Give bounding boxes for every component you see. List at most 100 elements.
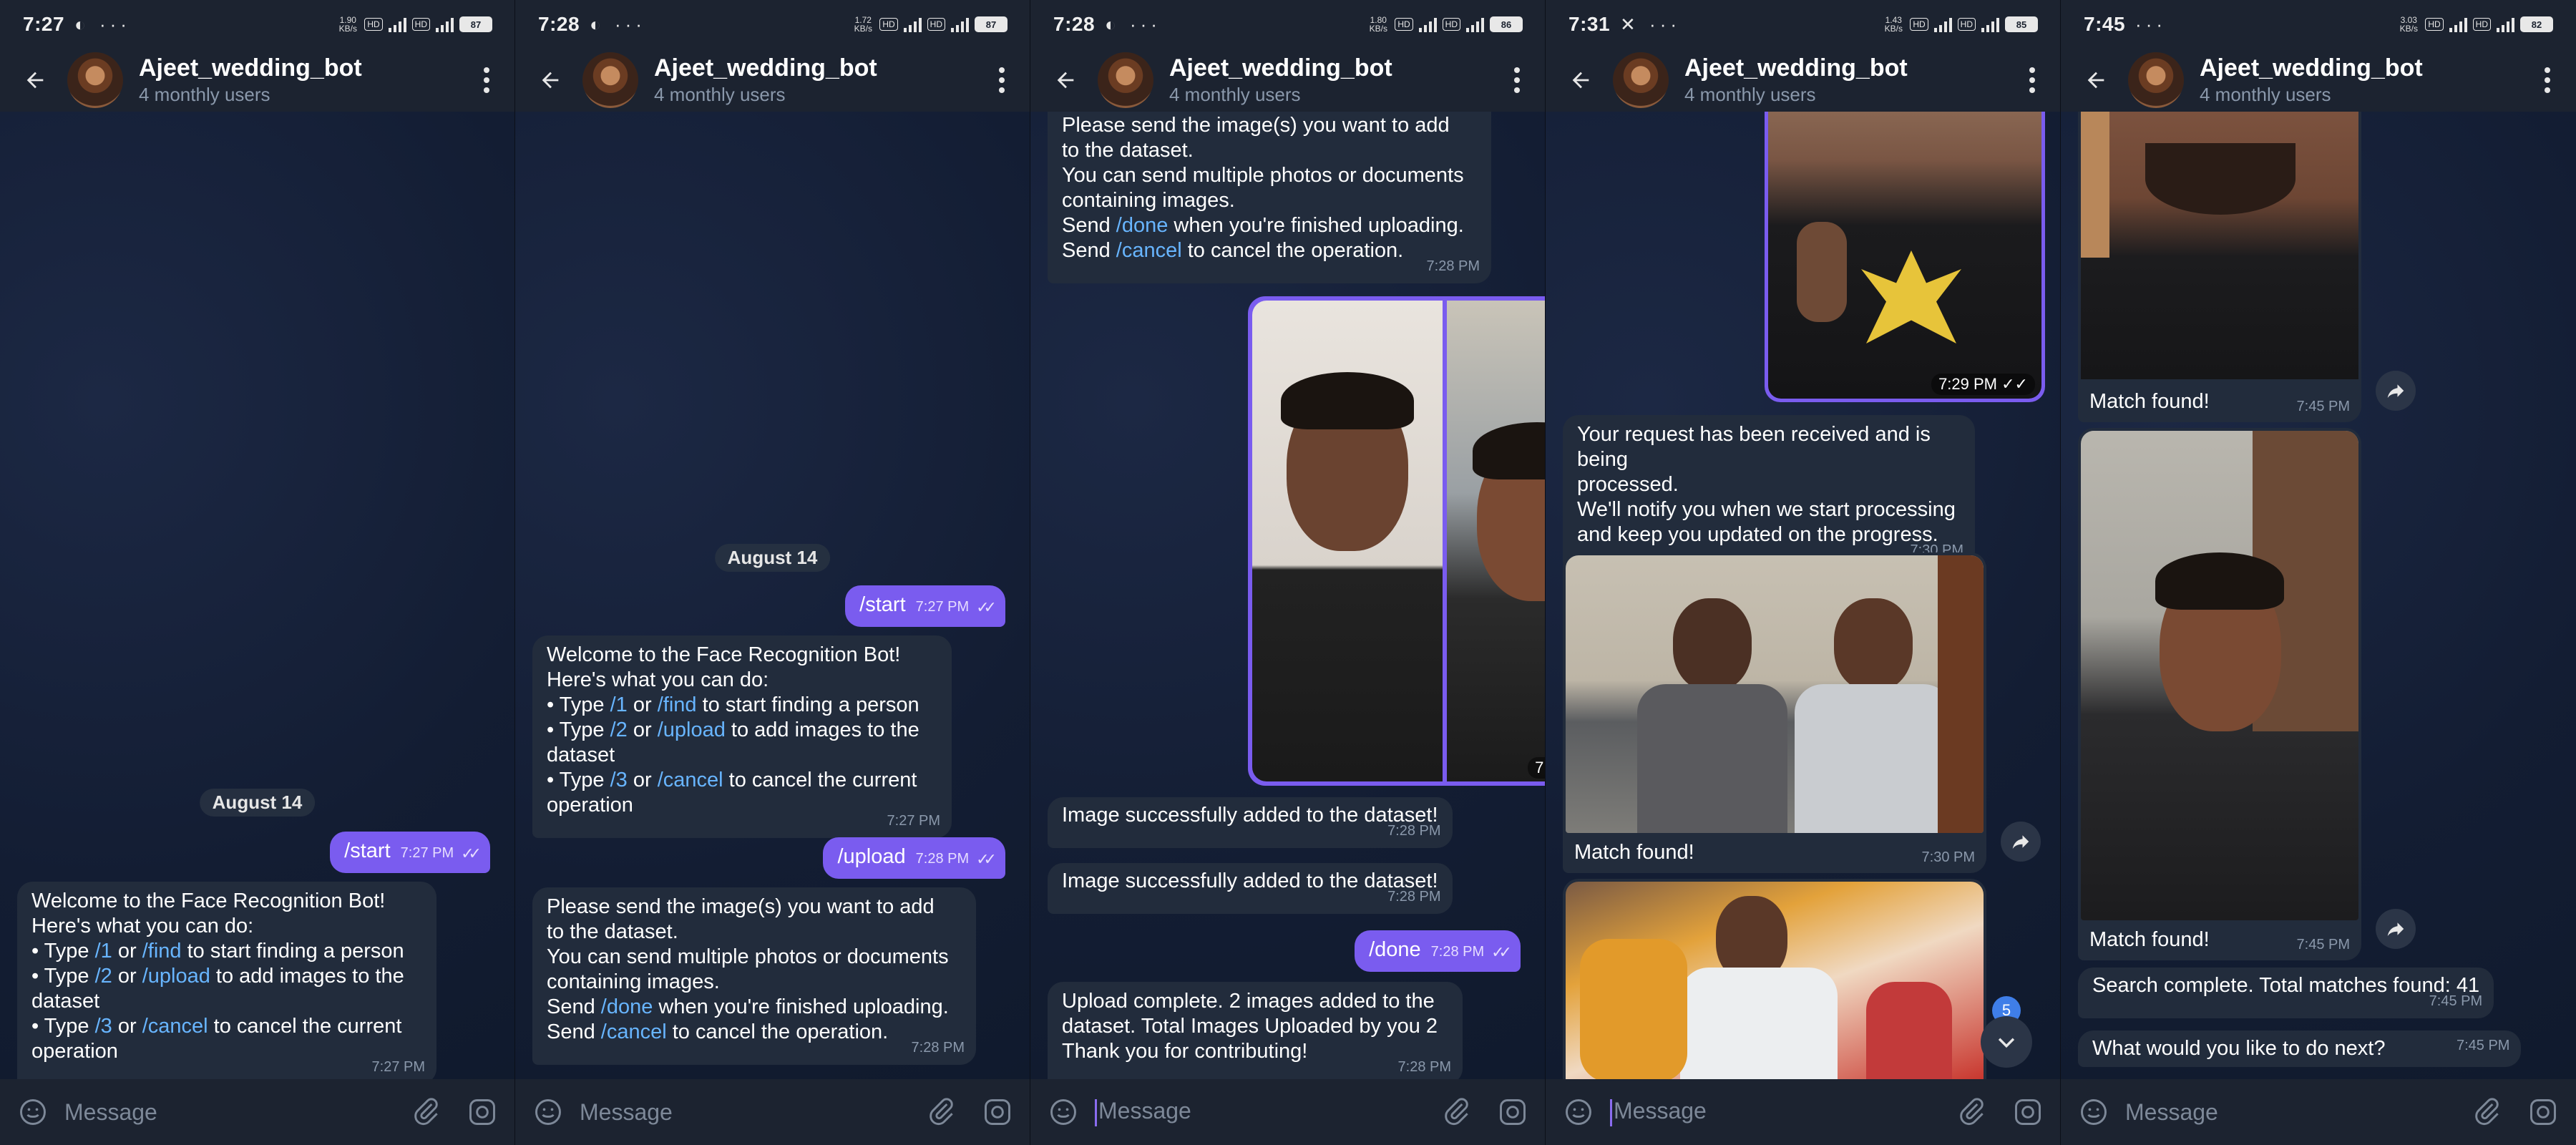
share-icon[interactable]	[2376, 371, 2416, 411]
attach-icon[interactable]	[926, 1096, 957, 1128]
back-arrow-icon[interactable]	[1045, 59, 1086, 101]
incoming-message-welcome[interactable]: Welcome to the Face Recognition Bot! Her…	[532, 635, 952, 838]
camera-icon[interactable]	[1497, 1096, 1528, 1128]
status-bar: 7:27 ◐ ··· 1.90 KB/s HD HD 87	[0, 0, 514, 49]
back-arrow-icon[interactable]	[2075, 59, 2117, 101]
command-link[interactable]: /2	[610, 718, 628, 741]
incoming-message-request[interactable]: Your request has been received and is be…	[1563, 415, 1975, 567]
command-link[interactable]: /find	[658, 693, 697, 716]
command-link[interactable]: /cancel	[601, 1020, 667, 1043]
command-link[interactable]: /upload	[142, 965, 210, 988]
command-link[interactable]: /cancel	[142, 1015, 208, 1038]
camera-icon[interactable]	[467, 1096, 498, 1128]
command-link[interactable]: /find	[142, 940, 182, 963]
chat-title-block[interactable]: Ajeet_wedding_bot 4 monthly users	[139, 54, 362, 106]
more-options-icon[interactable]	[472, 67, 501, 93]
chat-title-block[interactable]: Ajeet_wedding_bot 4 monthly users	[2200, 54, 2423, 106]
message-input[interactable]: Message	[580, 1099, 673, 1126]
outgoing-message-upload[interactable]: /upload 7:28 PM ✓✓	[823, 837, 1005, 879]
emoji-icon[interactable]	[1048, 1096, 1079, 1128]
more-options-icon[interactable]	[987, 67, 1016, 93]
command-link[interactable]: /cancel	[1116, 239, 1182, 262]
shirt-print-shape	[1861, 250, 1961, 344]
message-text: /start	[344, 839, 391, 862]
sent-photo[interactable]: 7:29 PM ✓✓	[1765, 100, 2045, 402]
outgoing-message-done[interactable]: /done 7:28 PM ✓✓	[1355, 930, 1521, 972]
chat-title-block[interactable]: Ajeet_wedding_bot 4 monthly users	[1684, 54, 1908, 106]
command-link[interactable]: /cancel	[658, 769, 723, 791]
command-link[interactable]: /3	[610, 769, 628, 791]
bot-avatar[interactable]	[67, 52, 123, 108]
back-arrow-icon[interactable]	[530, 59, 571, 101]
match-photo-message[interactable]: Match found! 7:30 PM	[1563, 552, 1986, 873]
message-time: 7:45 PM	[2296, 937, 2350, 952]
message-input[interactable]: Message	[2125, 1099, 2218, 1126]
incoming-message-welcome[interactable]: Welcome to the Face Recognition Bot! Her…	[17, 882, 436, 1084]
share-icon[interactable]	[2376, 909, 2416, 949]
incoming-message-next[interactable]: What would you like to do next? 7:45 PM	[2078, 1030, 2522, 1067]
chat-subtitle: 4 monthly users	[654, 84, 786, 105]
match-photo-message[interactable]	[1563, 879, 1986, 1082]
welcome-line-1: Welcome to the Face Recognition Bot!	[31, 890, 386, 912]
incoming-message-search-complete[interactable]: Search complete. Total matches found: 41…	[2078, 968, 2494, 1018]
command-link[interactable]: /done	[1116, 214, 1169, 237]
send-line-1: Please send the image(s) you want to add	[547, 895, 935, 918]
notification-icons: ◐ ···	[1105, 13, 1161, 35]
chat-title-block[interactable]: Ajeet_wedding_bot 4 monthly users	[1169, 54, 1392, 106]
body-shape	[1580, 939, 1687, 1082]
emoji-icon[interactable]	[1563, 1096, 1594, 1128]
command-link[interactable]: /1	[95, 940, 112, 963]
more-options-icon[interactable]	[2018, 67, 2046, 93]
share-icon[interactable]	[2001, 822, 2041, 862]
body-shape	[1795, 684, 1952, 833]
chat-title-block[interactable]: Ajeet_wedding_bot 4 monthly users	[654, 54, 877, 106]
photo-selfie-1[interactable]	[1252, 301, 1443, 781]
emoji-icon[interactable]	[532, 1096, 564, 1128]
photo-selfie-2[interactable]	[1447, 301, 1545, 781]
status-time: 7:28	[1053, 13, 1096, 35]
more-options-icon[interactable]	[2533, 67, 2562, 93]
sent-photo-album[interactable]: 7:28 PM ✓✓	[1248, 296, 1545, 786]
scroll-down-button[interactable]	[1981, 1016, 2032, 1068]
bot-avatar[interactable]	[1613, 52, 1669, 108]
incoming-message-added-2[interactable]: Image successfully added to the dataset!…	[1048, 863, 1453, 914]
outgoing-message-start[interactable]: /start 7:27 PM ✓✓	[330, 832, 490, 873]
notification-icons: ✕ ···	[1620, 13, 1682, 35]
camera-icon[interactable]	[2527, 1096, 2559, 1128]
camera-icon[interactable]	[2012, 1096, 2044, 1128]
message-input[interactable]: Message	[1095, 1098, 1191, 1126]
incoming-message-added-1[interactable]: Image successfully added to the dataset!…	[1048, 797, 1453, 848]
message-input[interactable]: Message	[64, 1099, 157, 1126]
more-options-icon[interactable]	[1503, 67, 1531, 93]
phone-screen-4: 7:29 PM ✓✓ Your request has been receive…	[1546, 0, 2061, 1145]
command-link[interactable]: /done	[601, 995, 653, 1018]
command-link[interactable]: /3	[95, 1015, 112, 1038]
incoming-message-upload-complete[interactable]: Upload complete. 2 images added to the d…	[1048, 982, 1463, 1084]
emoji-icon[interactable]	[2078, 1096, 2109, 1128]
attach-icon[interactable]	[1956, 1096, 1988, 1128]
signal-5g-icon	[2497, 16, 2514, 32]
attach-icon[interactable]	[2472, 1096, 2503, 1128]
incoming-message-send-images[interactable]: Please send the image(s) you want to add…	[1048, 106, 1491, 283]
command-link[interactable]: /upload	[658, 718, 726, 741]
message-input[interactable]: Message	[1610, 1098, 1707, 1126]
back-arrow-icon[interactable]	[1560, 59, 1601, 101]
back-arrow-icon[interactable]	[14, 59, 56, 101]
match-photo-message[interactable]: Match found! 7:45 PM	[2078, 100, 2361, 422]
command-link[interactable]: /2	[95, 965, 112, 988]
attach-icon[interactable]	[1441, 1096, 1473, 1128]
bot-avatar[interactable]	[2128, 52, 2184, 108]
bot-avatar[interactable]	[1098, 52, 1153, 108]
emoji-icon[interactable]	[17, 1096, 49, 1128]
command-link[interactable]: /1	[610, 693, 628, 716]
camera-icon[interactable]	[982, 1096, 1013, 1128]
attach-icon[interactable]	[411, 1096, 442, 1128]
match-photo-message[interactable]: Match found! 7:45 PM	[2078, 428, 2361, 960]
status-bar: 7:31 ✕ ··· 1.43 KB/s HD HD 85	[1546, 0, 2060, 49]
incoming-message-send-images[interactable]: Please send the image(s) you want to add…	[532, 887, 976, 1065]
status-right: 1.72 KB/s HD HD 87	[852, 16, 1008, 33]
match-photo-image	[1566, 882, 1984, 1082]
outgoing-message-start[interactable]: /start 7:27 PM ✓✓	[845, 585, 1005, 627]
bot-avatar[interactable]	[582, 52, 638, 108]
chat-header: Ajeet_wedding_bot 4 monthly users	[2061, 49, 2576, 112]
